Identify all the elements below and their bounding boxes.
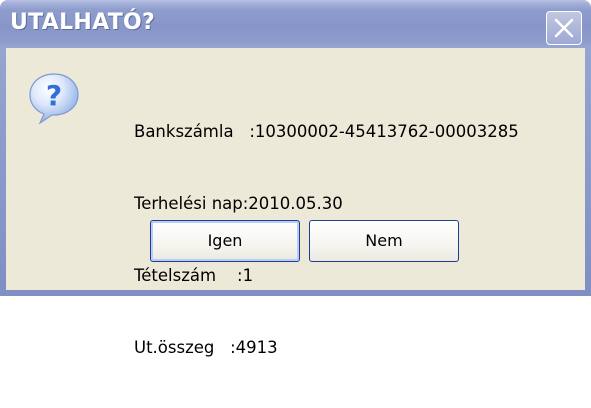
info-amount: Ut.összeg :4913 (134, 338, 278, 357)
dialog-title: UTALHATÓ? (10, 10, 156, 35)
yes-button[interactable]: Igen (150, 220, 300, 262)
close-button[interactable] (546, 11, 582, 45)
dialog-body: ? Bankszámla :10300002-45413762-00003285… (6, 48, 585, 357)
info-bank-account: Bankszámla :10300002-45413762-00003285 (134, 122, 519, 141)
svg-text:?: ? (46, 79, 62, 112)
info-debit-date: Terhelési nap:2010.05.30 (134, 194, 343, 213)
info-item-number: Tételszám :1 (134, 266, 254, 285)
question-icon: ? (29, 73, 79, 125)
no-button[interactable]: Nem (309, 220, 459, 262)
dialog-window: UTALHATÓ? ? Bankszámla :10300002-4541376… (0, 0, 591, 357)
title-bar[interactable]: UTALHATÓ? (0, 0, 591, 48)
close-icon (554, 18, 574, 38)
